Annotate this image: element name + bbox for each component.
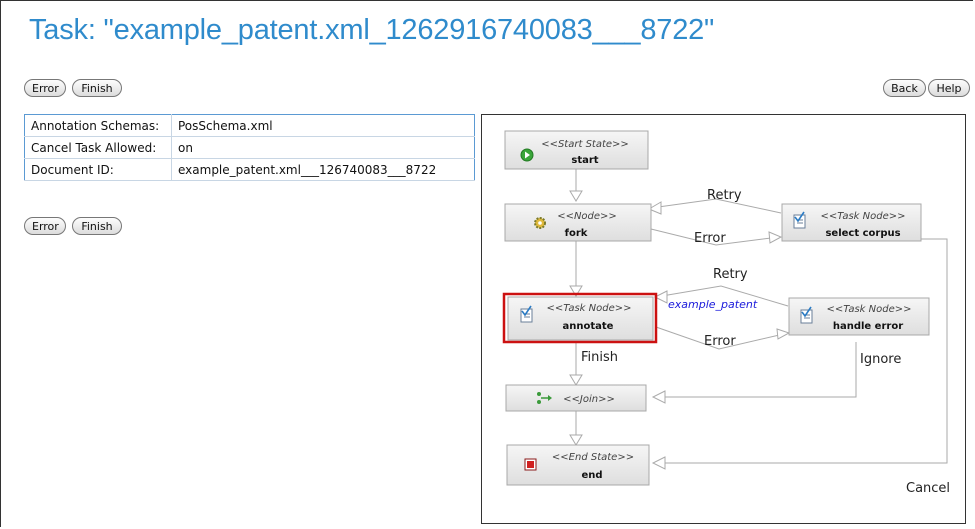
node-name: annotate — [563, 321, 614, 332]
node-name: handle error — [833, 321, 903, 332]
error-button-secondary[interactable]: Error — [24, 217, 66, 235]
back-button[interactable]: Back — [883, 79, 926, 97]
node-start[interactable]: <<Start State>> start — [504, 130, 649, 170]
node-annotate[interactable]: <<Task Node>> annotate — [502, 292, 658, 344]
node-select-corpus[interactable]: <<Task Node>> select corpus — [781, 203, 922, 242]
node-stereotype: <<Task Node>> — [821, 211, 906, 222]
stop-icon — [524, 458, 537, 471]
node-handle-error[interactable]: <<Task Node>> handle error — [788, 297, 930, 336]
edge-label-retry-mid: Retry — [713, 267, 748, 282]
edge-label-cancel: Cancel — [906, 481, 950, 496]
page-title: Task: "example_patent.xml_1262916740083_… — [29, 14, 715, 46]
node-stereotype: <<Node>> — [557, 211, 617, 222]
edge-label-error-top: Error — [694, 231, 726, 246]
node-name: end — [581, 470, 602, 481]
example-patent-link[interactable]: example_patent — [668, 298, 758, 311]
node-name: fork — [565, 228, 588, 239]
edge-label-ignore: Ignore — [860, 352, 901, 367]
table-row: Document ID: example_patent.xml___126740… — [24, 158, 475, 181]
node-join[interactable]: <<Join>> — [505, 384, 647, 412]
finish-button[interactable]: Finish — [72, 79, 122, 97]
annotation-schemas-label: Annotation Schemas: — [24, 114, 172, 137]
cancel-task-allowed-value: on — [171, 136, 475, 159]
node-name: select corpus — [825, 228, 900, 239]
node-end[interactable]: <<End State>> end — [506, 444, 650, 486]
node-stereotype: <<Task Node>> — [827, 304, 912, 315]
help-button[interactable]: Help — [928, 79, 970, 97]
error-button[interactable]: Error — [24, 79, 66, 97]
document-id-label: Document ID: — [24, 158, 172, 181]
task-info-table: Annotation Schemas: PosSchema.xml Cancel… — [24, 114, 475, 181]
edge-label-error-mid: Error — [704, 334, 736, 349]
document-id-value: example_patent.xml___126740083___8722 — [171, 158, 475, 181]
node-stereotype: <<Join>> — [563, 394, 615, 405]
node-stereotype: <<Task Node>> — [547, 303, 632, 314]
table-row: Cancel Task Allowed: on — [24, 136, 475, 159]
finish-button-secondary[interactable]: Finish — [72, 217, 122, 235]
table-row: Annotation Schemas: PosSchema.xml — [24, 114, 475, 137]
annotation-schemas-value: PosSchema.xml — [171, 114, 475, 137]
node-name: start — [571, 155, 598, 166]
play-icon — [520, 148, 534, 162]
node-stereotype: <<Start State>> — [541, 139, 629, 150]
cancel-task-allowed-label: Cancel Task Allowed: — [24, 136, 172, 159]
node-stereotype: <<End State>> — [552, 452, 634, 463]
workflow-diagram-canvas: Retry Error Retry example_patent Error F… — [502, 130, 950, 496]
node-fork[interactable]: <<Node>> fork — [504, 203, 652, 242]
edge-label-retry-top: Retry — [707, 188, 742, 203]
workflow-diagram: Retry Error Retry example_patent Error F… — [481, 114, 966, 524]
edge-label-finish: Finish — [581, 350, 618, 365]
gear-icon — [534, 217, 546, 229]
